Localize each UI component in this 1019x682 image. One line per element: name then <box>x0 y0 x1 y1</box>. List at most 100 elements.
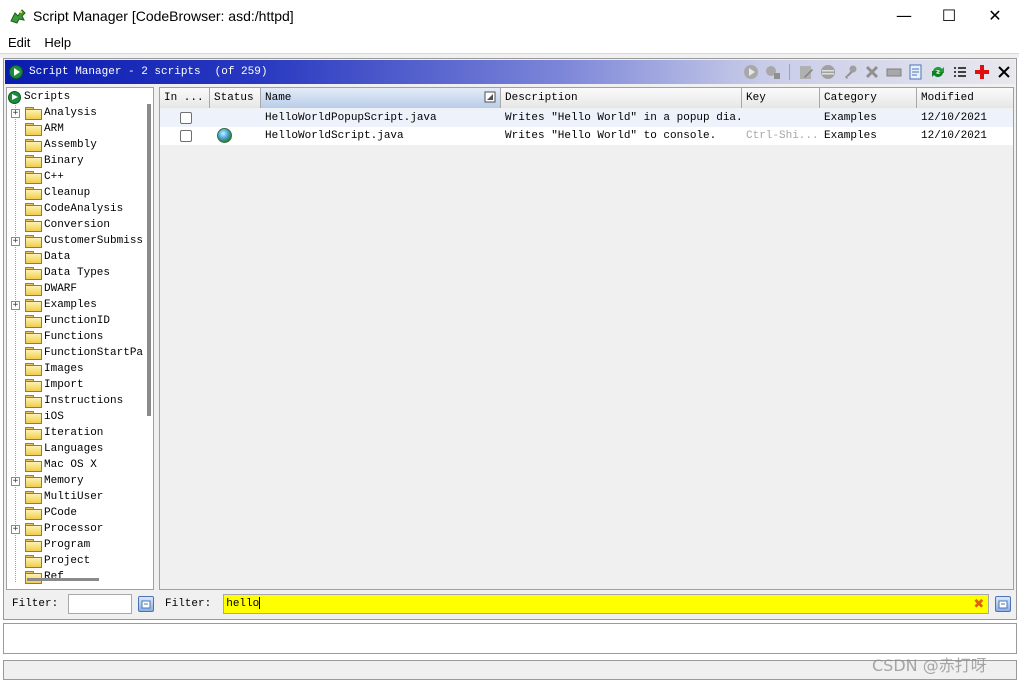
tree-item[interactable]: PCode <box>7 505 77 521</box>
tree-item-label: Data <box>44 251 71 263</box>
toolbar-separator <box>789 64 790 80</box>
tree-filter-input[interactable] <box>68 594 132 614</box>
tree-item[interactable]: CodeAnalysis <box>7 201 123 217</box>
tree-item[interactable]: Iteration <box>7 425 103 441</box>
tree-item[interactable]: DWARF <box>7 281 77 297</box>
tree-root-scripts[interactable]: Scripts <box>8 89 70 105</box>
column-header-status[interactable]: Status <box>210 88 261 108</box>
tree-item-label: Binary <box>44 155 84 167</box>
tree-item[interactable]: Project <box>7 553 90 569</box>
rename-script-icon[interactable] <box>885 63 903 81</box>
column-header-description[interactable]: Description <box>501 88 742 108</box>
script-category-tree[interactable]: Scripts + Analysis ARM Assembly Binary C++ Cle… <box>6 87 154 590</box>
expand-node-icon[interactable]: + <box>11 524 20 534</box>
tree-item[interactable]: + Memory <box>7 473 84 489</box>
menu-bar: Edit Help <box>0 31 1019 53</box>
run-last-script-icon[interactable] <box>764 63 782 81</box>
in-tool-checkbox[interactable] <box>180 130 192 142</box>
tree-item[interactable]: Assembly <box>7 137 97 153</box>
tree-item[interactable]: ARM <box>7 121 64 137</box>
script-name-cell: HelloWorldScript.java <box>265 130 404 142</box>
column-header-modified[interactable]: Modified <box>917 88 1013 108</box>
expand-node-icon[interactable]: + <box>11 476 20 486</box>
tree-item[interactable]: Functions <box>7 329 103 345</box>
table-row[interactable]: HelloWorldPopupScript.java Writes "Hello… <box>160 109 1013 127</box>
table-filter-input[interactable]: hello ✖ <box>223 594 990 614</box>
tree-item[interactable]: Languages <box>7 441 103 457</box>
tree-vertical-scrollbar[interactable] <box>147 104 151 416</box>
in-tool-cell <box>160 109 210 127</box>
expand-node-icon[interactable]: + <box>11 108 20 118</box>
column-header-name[interactable]: Name <box>261 88 501 108</box>
column-header-in-tool[interactable]: In ... <box>160 88 210 108</box>
tree-item[interactable]: MultiUser <box>7 489 103 505</box>
tree-item[interactable]: Import <box>7 377 84 393</box>
tree-item[interactable]: Program <box>7 537 90 553</box>
tree-item[interactable]: + CustomerSubmiss <box>7 233 143 249</box>
tree-item-label: iOS <box>44 411 64 423</box>
tree-item-label: Program <box>44 539 91 551</box>
tree-item[interactable]: Ref <box>7 569 64 585</box>
new-script-icon[interactable] <box>907 63 925 81</box>
tree-item[interactable]: + Examples <box>7 297 97 313</box>
folder-icon <box>25 187 42 200</box>
key-binding-icon[interactable] <box>841 63 859 81</box>
close-window-button[interactable]: ✕ <box>972 0 1018 31</box>
clear-filter-icon[interactable]: ✖ <box>973 596 984 614</box>
folder-icon <box>25 139 42 152</box>
tree-item[interactable]: + Analysis <box>7 105 97 121</box>
panel-title: Script Manager - 2 scripts <box>29 66 201 78</box>
tree-item-label: MultiUser <box>44 491 104 503</box>
tree-item[interactable]: Data <box>7 249 70 265</box>
tree-item[interactable]: Data Types <box>7 265 110 281</box>
script-directories-icon[interactable] <box>951 63 969 81</box>
tree-item[interactable]: Binary <box>7 153 84 169</box>
modified-cell: 12/10/2021 <box>921 130 988 142</box>
column-header-key[interactable]: Key <box>742 88 820 108</box>
menu-edit[interactable]: Edit <box>1 35 37 50</box>
edit-script-icon[interactable] <box>797 63 815 81</box>
tree-item[interactable]: C++ <box>7 169 64 185</box>
expand-node-icon[interactable]: + <box>11 300 20 310</box>
table-filter-bar: Filter: hello ✖ <box>159 591 1014 617</box>
tree-item[interactable]: iOS <box>7 409 64 425</box>
tree-item[interactable]: Conversion <box>7 217 110 233</box>
tree-filter-options-icon[interactable] <box>138 596 154 612</box>
folder-icon <box>25 219 42 232</box>
minimize-button[interactable]: — <box>881 0 927 31</box>
tree-item[interactable]: FunctionID <box>7 313 110 329</box>
tree-item[interactable]: Images <box>7 361 84 377</box>
tree-item[interactable]: Mac OS X <box>7 457 97 473</box>
folder-icon <box>25 475 42 488</box>
tree-item-label: C++ <box>44 171 64 183</box>
refresh-icon[interactable] <box>929 63 947 81</box>
tree-item-label: Project <box>44 555 91 567</box>
run-script-icon[interactable] <box>742 63 760 81</box>
edit-eclipse-icon[interactable] <box>819 63 837 81</box>
tree-item-label: Ref <box>44 571 64 583</box>
table-body: HelloWorldPopupScript.java Writes "Hello… <box>160 109 1013 145</box>
folder-icon <box>25 443 42 456</box>
tree-item-label: PCode <box>44 507 78 519</box>
help-icon[interactable] <box>973 63 991 81</box>
tree-item[interactable]: + Processor <box>7 521 103 537</box>
folder-icon <box>25 491 42 504</box>
tree-horizontal-scrollbar[interactable] <box>27 578 99 581</box>
text-caret <box>259 597 261 610</box>
bottom-status-bar <box>3 660 1017 680</box>
delete-script-icon[interactable] <box>863 63 881 81</box>
table-row[interactable]: HelloWorldScript.java Writes "Hello Worl… <box>160 127 1013 145</box>
folder-icon <box>25 571 42 584</box>
menu-help[interactable]: Help <box>37 35 78 50</box>
table-filter-options-icon[interactable] <box>995 596 1012 612</box>
tree-item[interactable]: Instructions <box>7 393 123 409</box>
close-icon[interactable] <box>995 63 1013 81</box>
expand-node-icon[interactable]: + <box>11 236 20 246</box>
column-header-category[interactable]: Category <box>820 88 917 108</box>
in-tool-checkbox[interactable] <box>180 112 192 124</box>
tree-item[interactable]: FunctionStartPa <box>7 345 143 361</box>
folder-icon <box>25 363 42 376</box>
tree-item[interactable]: Cleanup <box>7 185 90 201</box>
watermark: CSDN @赤打呀 <box>872 656 987 675</box>
maximize-button[interactable]: ☐ <box>926 0 972 31</box>
